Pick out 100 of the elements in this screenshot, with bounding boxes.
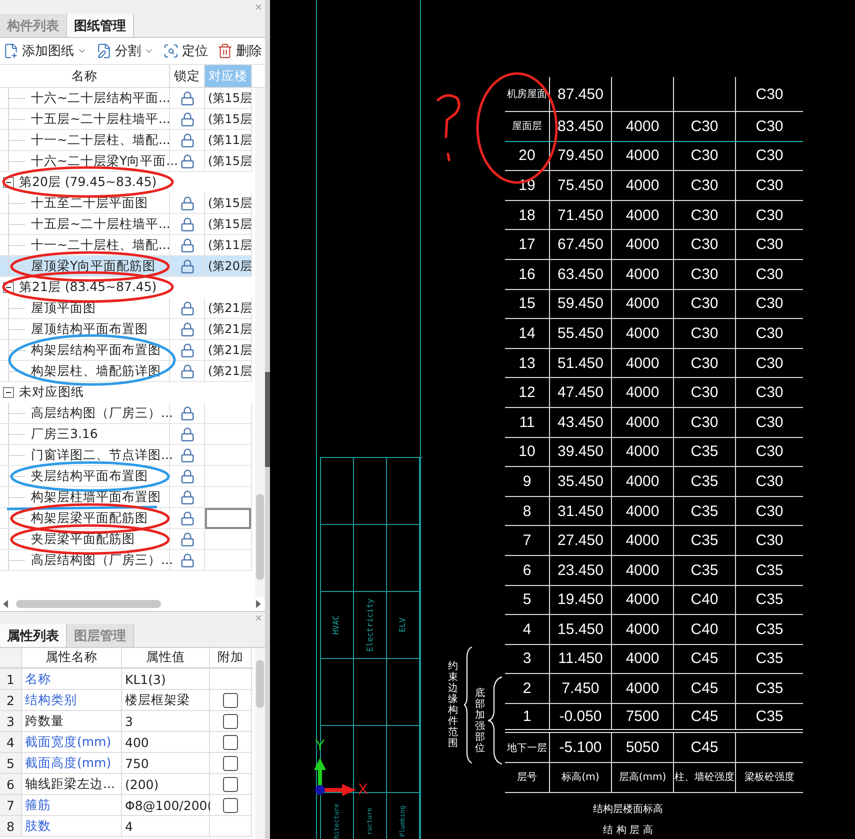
- table-cell: C35: [756, 650, 784, 668]
- drawing-row[interactable]: 十五层~二十层柱墙平... (第15层: [0, 214, 252, 235]
- table-cell: -0.050: [559, 708, 602, 726]
- drawing-row[interactable]: 屋顶平面图 (第21层: [0, 298, 252, 319]
- drawing-row[interactable]: 十五层~二十层柱墙平... (第15层: [0, 109, 252, 130]
- property-value[interactable]: 3: [122, 711, 210, 732]
- checkbox[interactable]: [223, 798, 238, 812]
- lock-icon[interactable]: [180, 216, 194, 232]
- property-value[interactable]: (200): [122, 774, 210, 795]
- panel-tab[interactable]: 图纸管理: [67, 14, 134, 37]
- toolbar-button[interactable]: 定位: [163, 42, 208, 60]
- table-cell: 1: [522, 708, 532, 726]
- lock-icon[interactable]: [180, 490, 194, 504]
- lock-icon[interactable]: [180, 322, 194, 336]
- table-cell-text: 屋面层: [512, 120, 542, 134]
- lock-icon[interactable]: [180, 510, 194, 526]
- checkbox[interactable]: [223, 776, 238, 792]
- drawing-row[interactable]: 厂房三3.16: [0, 424, 252, 445]
- lock-icon[interactable]: [180, 406, 194, 420]
- floor-group-row[interactable]: 未对应图纸: [0, 382, 252, 403]
- table-header: 层高(mm): [618, 770, 666, 784]
- drawing-row[interactable]: 十六~二十层梁Y向平面... (第15层: [0, 151, 252, 172]
- vertical-scrollbar[interactable]: [255, 88, 265, 597]
- lock-icon[interactable]: [180, 364, 194, 378]
- vertical-scrollbar[interactable]: [255, 648, 265, 839]
- table-cell: C30: [756, 295, 784, 312]
- floor-name: (第20层: [208, 258, 252, 274]
- table-cell: 19.450: [558, 591, 604, 608]
- lock-icon[interactable]: [180, 552, 194, 568]
- lock-icon[interactable]: [180, 532, 194, 546]
- lock-icon[interactable]: [180, 196, 194, 210]
- property-value[interactable]: Φ8@100/200(: [122, 795, 210, 816]
- lock-icon[interactable]: [180, 154, 194, 168]
- floor-name: (第11层: [208, 236, 252, 254]
- toolbar-button[interactable]: 添加图纸: [3, 42, 87, 60]
- drawing-row[interactable]: 屋顶梁Y向平面配筋图 (第20层: [0, 256, 252, 277]
- lock-icon[interactable]: [180, 342, 194, 358]
- toolbar-button[interactable]: 删除: [217, 42, 262, 60]
- lock-icon[interactable]: [180, 300, 194, 316]
- drawing-row[interactable]: 十一~二十层柱、墙配... (第11层: [0, 130, 252, 151]
- panel-tab[interactable]: 属性列表: [0, 624, 67, 647]
- scroll-left-icon[interactable]: [3, 600, 8, 608]
- splitter-handle[interactable]: [265, 372, 270, 467]
- collapse-icon[interactable]: [3, 387, 14, 398]
- table-cell: 4000: [626, 176, 660, 194]
- table-cell-text: 地下一层: [507, 742, 547, 755]
- drawing-row[interactable]: 十五至二十层平面图 (第15层: [0, 193, 252, 214]
- lock-icon[interactable]: [180, 90, 194, 106]
- property-value[interactable]: 4: [122, 816, 210, 837]
- table-cell: C35: [756, 708, 784, 726]
- title-block-cell: [387, 659, 420, 726]
- lock-icon[interactable]: [180, 112, 194, 126]
- table-cell: -5.100: [559, 739, 602, 756]
- lock-icon[interactable]: [180, 468, 194, 484]
- table-cell: C45: [690, 650, 718, 668]
- drawing-row[interactable]: 屋顶结构平面布置图 (第21层: [0, 319, 252, 340]
- table-cell: 4000: [626, 295, 660, 312]
- property-value[interactable]: 400: [122, 732, 210, 753]
- table-cell: 18: [518, 206, 536, 224]
- drawing-row[interactable]: 夹层结构平面布置图: [0, 466, 252, 487]
- property-value[interactable]: 楼层框架梁: [122, 690, 210, 711]
- title-block-cell: [387, 525, 420, 592]
- floor-group-row[interactable]: 第21层 (83.45~87.45): [0, 277, 252, 298]
- table-cell: C35: [690, 562, 718, 579]
- drawing-row[interactable]: 高层结构图（厂房三）...: [0, 550, 252, 571]
- checkbox[interactable]: [223, 734, 238, 750]
- table-cell: 4000: [626, 591, 660, 608]
- table-cell: 4000: [626, 147, 660, 164]
- drawing-row[interactable]: 门窗详图二、节点详图...: [0, 445, 252, 466]
- drawing-row[interactable]: 构架层梁平面配筋图: [0, 508, 252, 529]
- drawing-name: 夹层梁平面配筋图: [31, 530, 135, 548]
- table-cell: C30: [756, 176, 784, 194]
- table-cell: 4000: [626, 354, 660, 372]
- table-cell: C30: [756, 472, 784, 490]
- lock-icon[interactable]: [180, 448, 194, 462]
- row-number: 1: [0, 669, 22, 690]
- lock-icon[interactable]: [180, 238, 194, 252]
- table-cell: 2: [522, 680, 532, 698]
- drawing-row[interactable]: 高层结构图（厂房三）...: [0, 403, 252, 424]
- lock-icon[interactable]: [180, 426, 194, 442]
- table-cell: 6: [522, 562, 532, 579]
- table-cell: C30: [690, 147, 718, 164]
- scroll-right-icon[interactable]: [256, 600, 261, 608]
- property-value[interactable]: KL1(3): [122, 669, 210, 690]
- lock-icon[interactable]: [180, 132, 194, 148]
- property-value[interactable]: 750: [122, 753, 210, 774]
- checkbox[interactable]: [223, 756, 238, 770]
- checkbox[interactable]: [223, 714, 238, 728]
- drawing-row[interactable]: 夹层梁平面配筋图: [0, 529, 252, 550]
- floor-group-name: 第21层 (83.45~87.45): [19, 279, 157, 296]
- table-cell: 3: [522, 650, 532, 668]
- property-name: 截面宽度(mm): [22, 732, 122, 753]
- drawing-row[interactable]: 十六~二十层结构平面... (第15层: [0, 88, 252, 109]
- table-cell: C35: [756, 562, 784, 579]
- toolbar-button[interactable]: 分割: [96, 42, 154, 60]
- lock-icon[interactable]: [180, 258, 194, 274]
- floor-name: (第11层: [208, 132, 252, 148]
- floor-input-field[interactable]: [205, 508, 251, 528]
- checkbox[interactable]: [223, 692, 238, 708]
- floor-group-row[interactable]: 第20层 (79.45~83.45): [0, 172, 252, 193]
